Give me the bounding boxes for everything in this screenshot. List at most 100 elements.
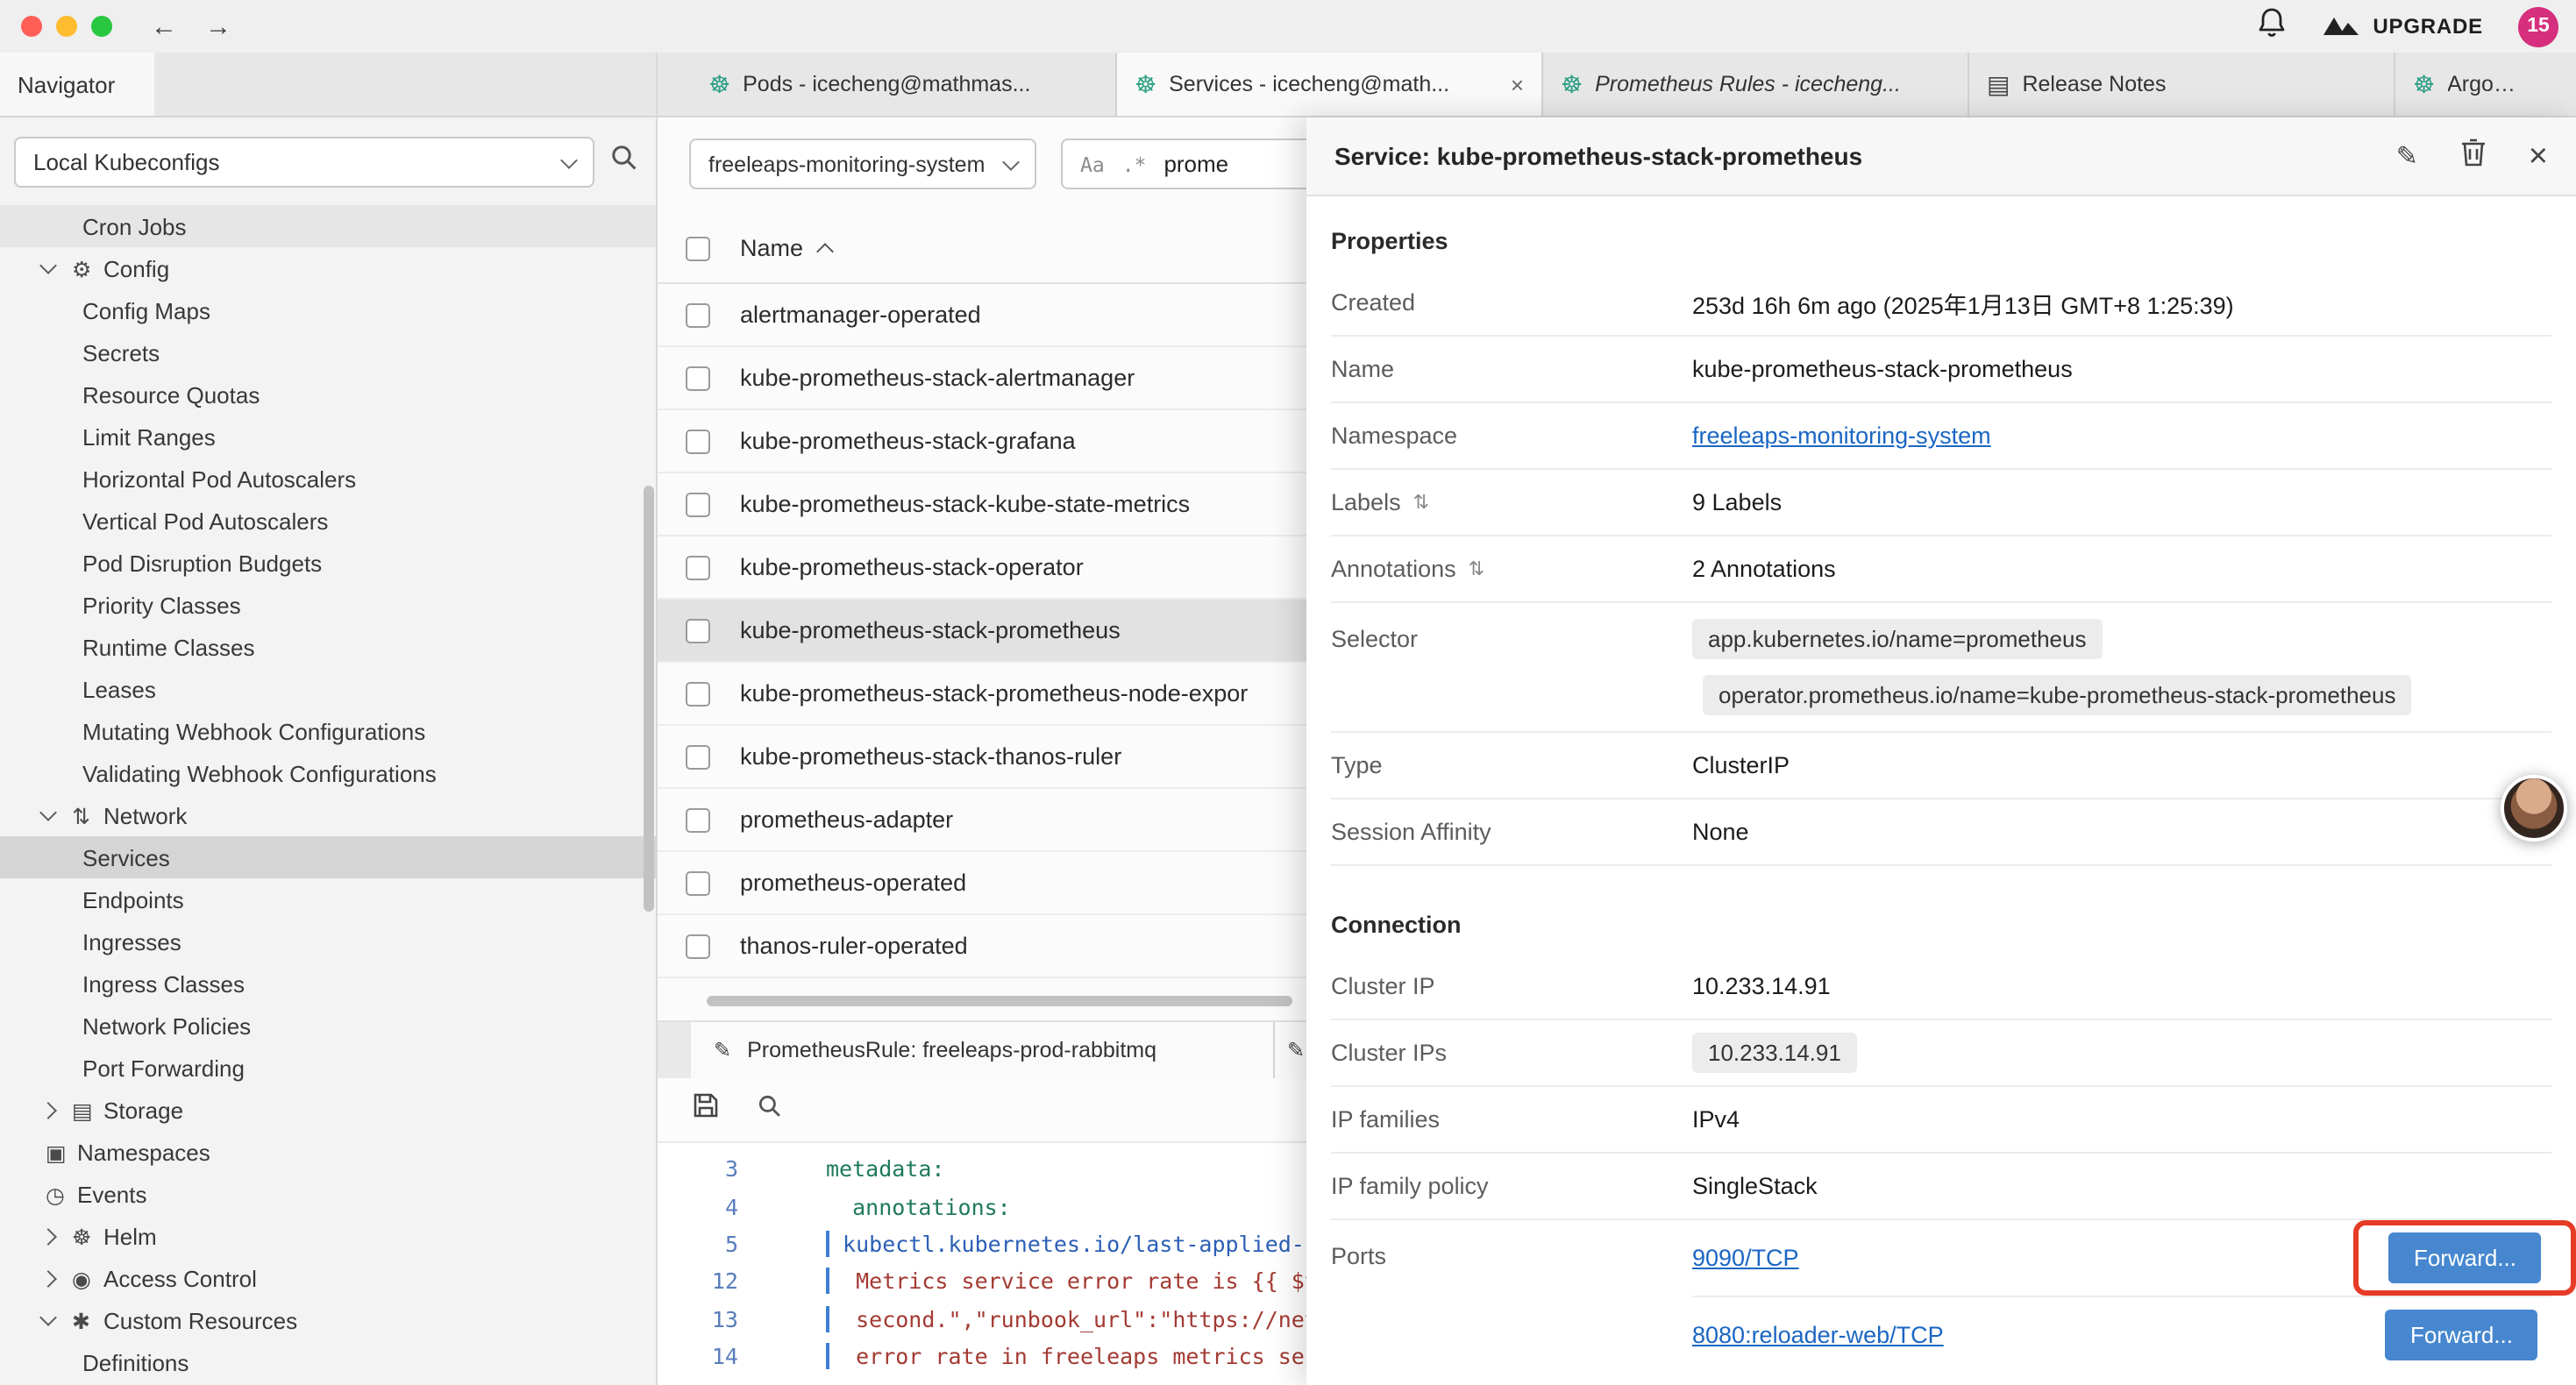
back-arrow-icon[interactable]: ← bbox=[151, 11, 177, 41]
row-checkbox[interactable] bbox=[686, 870, 710, 895]
port-link[interactable]: 8080:reloader-web/TCP bbox=[1692, 1321, 1944, 1347]
row-checkbox[interactable] bbox=[686, 934, 710, 958]
row-checkbox[interactable] bbox=[686, 302, 710, 327]
tab-label: Prometheus Rules - icecheng... bbox=[1595, 72, 1931, 96]
search-icon[interactable] bbox=[610, 144, 638, 181]
row-checkbox[interactable] bbox=[686, 744, 710, 769]
service-name: kube-prometheus-stack-grafana bbox=[740, 428, 1076, 454]
service-name: kube-prometheus-stack-operator bbox=[740, 554, 1084, 580]
namespace-select[interactable]: freeleaps-monitoring-system bbox=[689, 138, 1036, 189]
row-checkbox[interactable] bbox=[686, 555, 710, 579]
sidebar-tree-item[interactable]: Ingress Classes bbox=[0, 962, 656, 1005]
edit-pencil-icon[interactable]: ✎ bbox=[2396, 140, 2418, 172]
notification-bell-icon[interactable] bbox=[2257, 6, 2287, 46]
sidebar-tree-item[interactable]: Limit Ranges bbox=[0, 416, 656, 458]
sidebar-tree-item[interactable]: Ingresses bbox=[0, 920, 656, 962]
select-all-checkbox[interactable] bbox=[686, 236, 710, 260]
sidebar-scrollbar-thumb[interactable] bbox=[644, 486, 654, 912]
close-icon[interactable]: × bbox=[1511, 71, 1524, 97]
property-row-name: Name kube-prometheus-stack-prometheus bbox=[1331, 337, 2551, 403]
tab-label: Pods - icecheng@mathmas... bbox=[743, 72, 1078, 96]
close-window-button[interactable] bbox=[21, 16, 42, 37]
horizontal-scrollbar[interactable] bbox=[658, 992, 1310, 1010]
sidebar-tree-item[interactable]: ⚙ Config bbox=[0, 247, 656, 289]
sidebar-tree-item[interactable]: Network Policies bbox=[0, 1005, 656, 1047]
sidebar-tree-item[interactable]: Runtime Classes bbox=[0, 626, 656, 668]
type-label: Type bbox=[1331, 752, 1383, 778]
sidebar-tree-item[interactable]: ⇅ Network bbox=[0, 794, 656, 836]
kubeconfig-select-value: Local Kubeconfigs bbox=[33, 149, 220, 175]
annotations-value[interactable]: 2 Annotations bbox=[1692, 556, 1836, 582]
horizontal-scrollbar-thumb[interactable] bbox=[707, 996, 1292, 1006]
sidebar-tree-item[interactable]: Endpoints bbox=[0, 878, 656, 920]
row-checkbox[interactable] bbox=[686, 366, 710, 390]
sidebar-tree-item[interactable]: Validating Webhook Configurations bbox=[0, 752, 656, 794]
sidebar-tree-item[interactable]: Cron Jobs bbox=[0, 205, 656, 247]
tree-item-label: Resource Quotas bbox=[82, 381, 260, 408]
support-chat-avatar[interactable] bbox=[2501, 775, 2567, 842]
labels-value[interactable]: 9 Labels bbox=[1692, 489, 1782, 515]
ip-family-policy-value: SingleStack bbox=[1692, 1173, 1818, 1199]
sidebar-tree-item[interactable]: ▣ Namespaces bbox=[0, 1131, 656, 1173]
sidebar-tree-item[interactable]: Priority Classes bbox=[0, 584, 656, 626]
sidebar-tree-item[interactable]: Horizontal Pod Autoscalers bbox=[0, 458, 656, 500]
sidebar-tree: Cron Jobs ⚙ Config Config Maps bbox=[0, 205, 656, 1383]
name-column-header[interactable]: Name bbox=[740, 235, 831, 261]
tree-item-label: Events bbox=[77, 1181, 147, 1207]
row-checkbox[interactable] bbox=[686, 807, 710, 832]
sidebar-tree-item[interactable]: ◉ Access Control bbox=[0, 1257, 656, 1299]
navigator-tab[interactable]: Navigator bbox=[0, 53, 154, 116]
port-forward-button[interactable]: Forward... bbox=[2389, 1232, 2541, 1283]
sidebar-tree-item[interactable]: Pod Disruption Budgets bbox=[0, 542, 656, 584]
service-name: prometheus-operated bbox=[740, 870, 966, 896]
sidebar-tree-item[interactable]: Config Maps bbox=[0, 289, 656, 331]
tree-item-label: Runtime Classes bbox=[82, 634, 255, 660]
cluster-tab[interactable]: ☸ Pods - icecheng@mathmas... bbox=[691, 53, 1117, 116]
sidebar-tree-item[interactable]: Services bbox=[0, 836, 656, 878]
editor-search-icon[interactable] bbox=[758, 1093, 782, 1126]
row-checkbox[interactable] bbox=[686, 492, 710, 516]
dock-tab-partial[interactable]: ✎ bbox=[1275, 1022, 1308, 1078]
forward-arrow-icon[interactable]: → bbox=[205, 11, 231, 41]
sidebar-tree-item[interactable]: ☸ Helm bbox=[0, 1215, 656, 1257]
sidebar-tree-item[interactable]: ✱ Custom Resources bbox=[0, 1299, 656, 1341]
port-forward-button[interactable]: Forward... bbox=[2386, 1309, 2537, 1360]
sidebar-tree-item[interactable]: Leases bbox=[0, 668, 656, 710]
row-checkbox[interactable] bbox=[686, 618, 710, 643]
expand-toggle-icon[interactable]: ⇅ bbox=[1469, 558, 1484, 580]
sidebar-tree-item[interactable]: ▤ Storage bbox=[0, 1089, 656, 1131]
port-link[interactable]: 9090/TCP bbox=[1692, 1245, 1799, 1271]
namespace-link[interactable]: freeleaps-monitoring-system bbox=[1692, 423, 1991, 449]
regex-toggle[interactable]: .* bbox=[1122, 152, 1147, 176]
sidebar-tree-item[interactable]: Definitions bbox=[0, 1341, 656, 1383]
name-value: kube-prometheus-stack-prometheus bbox=[1692, 356, 2073, 382]
line-number: 4 bbox=[658, 1193, 738, 1219]
minimize-window-button[interactable] bbox=[56, 16, 77, 37]
tree-item-icon: ☸ bbox=[72, 1223, 103, 1249]
cluster-tab[interactable]: ☸ Services - icecheng@math... × bbox=[1117, 53, 1543, 116]
close-icon[interactable]: × bbox=[2529, 139, 2548, 173]
tree-item-label: Helm bbox=[103, 1223, 157, 1249]
upgrade-button[interactable]: UPGRADE bbox=[2322, 11, 2483, 41]
row-checkbox[interactable] bbox=[686, 681, 710, 706]
delete-trash-icon[interactable] bbox=[2460, 138, 2487, 174]
cluster-tab[interactable]: ☸ Prometheus Rules - icecheng... bbox=[1543, 53, 1969, 116]
dock-tab-prometheusrule[interactable]: ✎ PrometheusRule: freeleaps-prod-rabbitm… bbox=[691, 1022, 1275, 1078]
sidebar-tree-item[interactable]: ◷ Events bbox=[0, 1173, 656, 1215]
notification-count-badge[interactable]: 15 bbox=[2518, 6, 2558, 46]
cluster-tab[interactable]: ▤ Release Notes bbox=[1969, 53, 2395, 116]
match-case-toggle[interactable]: Aa bbox=[1080, 152, 1105, 176]
save-icon[interactable] bbox=[693, 1092, 719, 1127]
selector-chip: operator.prometheus.io/name=kube-prometh… bbox=[1703, 675, 2412, 715]
sidebar-tree-item[interactable]: Vertical Pod Autoscalers bbox=[0, 500, 656, 542]
maximize-window-button[interactable] bbox=[91, 16, 112, 37]
sidebar-tree-item[interactable]: Secrets bbox=[0, 331, 656, 373]
kubeconfig-select[interactable]: Local Kubeconfigs bbox=[14, 137, 594, 188]
sidebar-tree-item[interactable]: Port Forwarding bbox=[0, 1047, 656, 1089]
sidebar-tree-item[interactable]: Mutating Webhook Configurations bbox=[0, 710, 656, 752]
cluster-tab[interactable]: ☸ Argo Se bbox=[2395, 53, 2553, 116]
expand-toggle-icon[interactable]: ⇅ bbox=[1413, 491, 1429, 514]
sidebar-tree-item[interactable]: Resource Quotas bbox=[0, 373, 656, 416]
line-text: metadata: bbox=[826, 1155, 944, 1182]
row-checkbox[interactable] bbox=[686, 429, 710, 453]
